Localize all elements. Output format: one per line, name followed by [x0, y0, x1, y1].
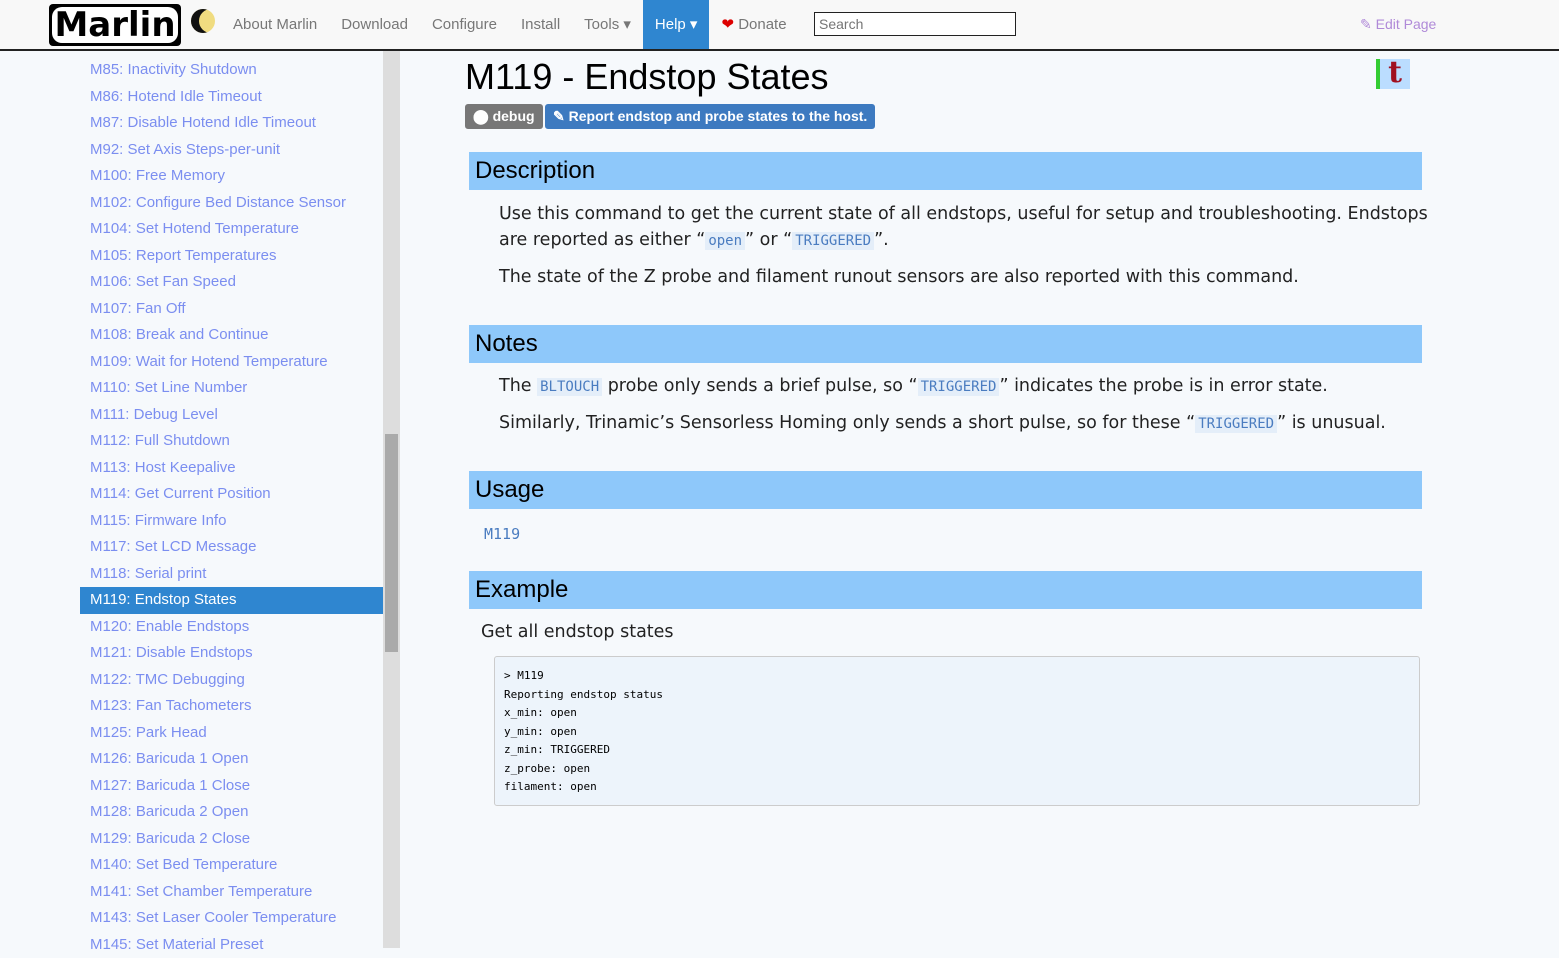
- note-1: The BLTOUCH probe only sends a brief pul…: [499, 373, 1429, 400]
- sidebar-item[interactable]: M102: Configure Bed Distance Sensor: [80, 190, 383, 217]
- sidebar: M85: Inactivity ShutdownM86: Hotend Idle…: [80, 57, 383, 948]
- main-content: M119 - Endstop States t ⬤ debug ✎ Report…: [400, 51, 1559, 948]
- sidebar-item[interactable]: M127: Baricuda 1 Close: [80, 773, 383, 800]
- nav-about[interactable]: About Marlin: [221, 0, 329, 49]
- notes-heading: Notes: [469, 325, 1422, 363]
- sidebar-item[interactable]: M86: Hotend Idle Timeout: [80, 84, 383, 111]
- sidebar-item[interactable]: M143: Set Laser Cooler Temperature: [80, 905, 383, 932]
- sidebar-item[interactable]: M122: TMC Debugging: [80, 667, 383, 694]
- sidebar-item[interactable]: M121: Disable Endstops: [80, 640, 383, 667]
- note-2: Similarly, Trinamic’s Sensorless Homing …: [499, 410, 1429, 437]
- sidebar-item[interactable]: M106: Set Fan Speed: [80, 269, 383, 296]
- description-text: Use this command to get the current stat…: [499, 201, 1429, 254]
- nav-tools[interactable]: Tools ▾: [572, 0, 643, 49]
- nav-configure[interactable]: Configure: [420, 0, 509, 49]
- usage-code: M119: [484, 525, 520, 543]
- sidebar-item[interactable]: M111: Debug Level: [80, 402, 383, 429]
- nav-download[interactable]: Download: [329, 0, 420, 49]
- sidebar-item[interactable]: M140: Set Bed Temperature: [80, 852, 383, 879]
- summary-badge: ✎ Report endstop and probe states to the…: [545, 104, 875, 129]
- example-description: Get all endstop states: [481, 619, 1411, 645]
- scrollbar-thumb[interactable]: [385, 434, 398, 652]
- sidebar-item[interactable]: M118: Serial print: [80, 561, 383, 588]
- sidebar-item[interactable]: M108: Break and Continue: [80, 322, 383, 349]
- nav-donate[interactable]: ❤ Donate: [709, 0, 798, 49]
- sidebar-item[interactable]: M92: Set Axis Steps-per-unit: [80, 137, 383, 164]
- sidebar-item[interactable]: M87: Disable Hotend Idle Timeout: [80, 110, 383, 137]
- sidebar-item[interactable]: M117: Set LCD Message: [80, 534, 383, 561]
- sidebar-item[interactable]: M128: Baricuda 2 Open: [80, 799, 383, 826]
- usage-heading: Usage: [469, 471, 1422, 509]
- sidebar-item[interactable]: M105: Report Temperatures: [80, 243, 383, 270]
- sidebar-item[interactable]: M141: Set Chamber Temperature: [80, 879, 383, 906]
- description-heading: Description: [469, 152, 1422, 190]
- marlin-logo[interactable]: Marlin: [49, 4, 181, 46]
- sidebar-item[interactable]: M145: Set Material Preset: [80, 932, 383, 958]
- sidebar-item[interactable]: M104: Set Hotend Temperature: [80, 216, 383, 243]
- heart-icon: ❤: [721, 16, 734, 33]
- sidebar-item[interactable]: M126: Baricuda 1 Open: [80, 746, 383, 773]
- sidebar-item[interactable]: M115: Firmware Info: [80, 508, 383, 535]
- sidebar-item[interactable]: M120: Enable Endstops: [80, 614, 383, 641]
- sidebar-item[interactable]: M85: Inactivity Shutdown: [80, 57, 383, 84]
- translate-icon[interactable]: t: [1376, 59, 1410, 89]
- sidebar-item[interactable]: M114: Get Current Position: [80, 481, 383, 508]
- sidebar-scrollbar[interactable]: [383, 51, 400, 948]
- edit-page-link[interactable]: ✎ Edit Page: [1360, 16, 1436, 33]
- sidebar-item[interactable]: M123: Fan Tachometers: [80, 693, 383, 720]
- sidebar-item[interactable]: M113: Host Keepalive: [80, 455, 383, 482]
- nav-install[interactable]: Install: [509, 0, 572, 49]
- theme-toggle-icon[interactable]: [191, 9, 215, 33]
- description-text-2: The state of the Z probe and filament ru…: [499, 264, 1429, 290]
- sidebar-item[interactable]: M100: Free Memory: [80, 163, 383, 190]
- sidebar-item[interactable]: M129: Baricuda 2 Close: [80, 826, 383, 853]
- example-code-block: > M119 Reporting endstop status x_min: o…: [494, 656, 1420, 806]
- navbar: Marlin About Marlin Download Configure I…: [0, 0, 1559, 51]
- tag-badge[interactable]: ⬤ debug: [465, 104, 543, 129]
- nav-help[interactable]: Help ▾: [643, 0, 710, 49]
- sidebar-item[interactable]: M112: Full Shutdown: [80, 428, 383, 455]
- edit-icon: ✎: [1360, 16, 1372, 32]
- example-heading: Example: [469, 571, 1422, 609]
- page-title: M119 - Endstop States: [465, 56, 829, 98]
- search-input[interactable]: [814, 12, 1016, 36]
- sidebar-item[interactable]: M125: Park Head: [80, 720, 383, 747]
- sidebar-item[interactable]: M107: Fan Off: [80, 296, 383, 323]
- sidebar-item[interactable]: M109: Wait for Hotend Temperature: [80, 349, 383, 376]
- sidebar-item[interactable]: M110: Set Line Number: [80, 375, 383, 402]
- sidebar-item[interactable]: M119: Endstop States: [80, 587, 383, 614]
